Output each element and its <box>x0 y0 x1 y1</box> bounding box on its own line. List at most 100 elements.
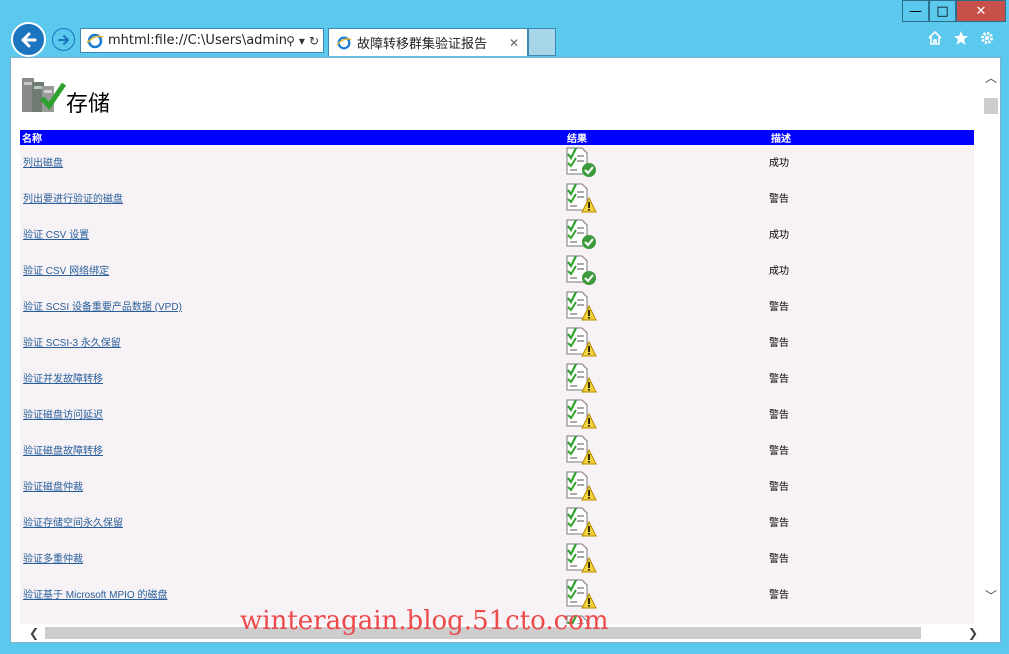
section-heading: 存储 <box>20 58 975 130</box>
name-cell: 验证 CSV 设置 <box>20 217 565 253</box>
window-controls: — □ ✕ <box>902 0 1006 22</box>
result-cell <box>565 325 769 361</box>
result-cell <box>565 181 769 217</box>
test-name-link[interactable]: 验证并发故障转移 <box>20 374 103 385</box>
ie-tab-icon <box>336 36 352 49</box>
warning-result-icon <box>566 543 597 573</box>
description-cell: 警告 <box>769 518 789 529</box>
table-row: 验证 SCSI-3 永久保留 警告 <box>20 325 974 361</box>
table-row: 验证 CSV 设置 成功 <box>20 217 974 253</box>
scroll-right-icon[interactable]: ❯ <box>968 624 978 642</box>
name-cell: 验证多重仲裁 <box>20 541 565 577</box>
new-tab-button[interactable] <box>528 28 556 56</box>
test-name-link[interactable]: 验证 SCSI-3 永久保留 <box>20 338 121 349</box>
description-cell: 警告 <box>769 410 789 421</box>
description-cell: 警告 <box>769 194 789 205</box>
scroll-left-icon[interactable]: ❮ <box>29 624 39 642</box>
table-row: 验证磁盘仲裁 警告 <box>20 469 974 505</box>
tab-title: 故障转移群集验证报告 <box>357 37 488 52</box>
table-row: 验证 CSV 网络绑定 成功 <box>20 253 974 289</box>
test-name-link[interactable]: 列出要进行验证的磁盘 <box>20 194 123 205</box>
scroll-up-icon[interactable]: ︿ <box>982 68 1000 86</box>
column-header-result: 结果 <box>565 130 769 145</box>
watermark-text: winteragain.blog.51cto.com <box>240 606 609 636</box>
toolbar-right <box>927 30 995 46</box>
dropdown-arrow-icon[interactable]: ▾ <box>299 34 305 48</box>
storage-servers-icon <box>22 78 66 112</box>
name-cell: 验证磁盘仲裁 <box>20 469 565 505</box>
close-window-button[interactable]: ✕ <box>956 0 1006 22</box>
name-cell: 验证并发故障转移 <box>20 361 565 397</box>
test-name-link[interactable]: 验证多重仲裁 <box>20 554 83 565</box>
address-url[interactable]: mhtml:file://C:\Users\adminis <box>108 33 286 48</box>
result-cell <box>565 469 769 505</box>
test-name-link[interactable]: 验证磁盘仲裁 <box>20 482 83 493</box>
test-name-link[interactable]: 验证 CSV 设置 <box>20 230 89 241</box>
back-button[interactable] <box>11 22 46 57</box>
table-header-row: 名称 结果 描述 <box>20 130 974 145</box>
test-name-link[interactable]: 验证磁盘访问延迟 <box>20 410 103 421</box>
warning-result-icon <box>566 435 597 465</box>
maximize-button[interactable]: □ <box>929 0 956 22</box>
name-cell: 验证磁盘故障转移 <box>20 433 565 469</box>
report-page: 存储 名称 结果 描述 列出磁盘 成功 列出要进行验证的磁盘 警告 验证 CSV 设置成… <box>20 58 975 642</box>
result-cell <box>565 217 769 253</box>
test-name-link[interactable]: 验证 SCSI 设备重要产品数据 (VPD) <box>20 302 182 313</box>
result-cell <box>565 433 769 469</box>
name-cell: 验证存储空间永久保留 <box>20 505 565 541</box>
warning-result-icon <box>566 363 597 393</box>
result-cell <box>565 541 769 577</box>
settings-gear-icon[interactable] <box>979 30 995 46</box>
refresh-icon[interactable]: ↻ <box>309 34 319 48</box>
page-title: 存储 <box>66 92 111 117</box>
back-arrow-icon <box>21 32 36 47</box>
vertical-scrollbar[interactable]: ︿ ﹀ <box>982 58 1000 626</box>
home-icon[interactable] <box>927 30 943 46</box>
test-name-link[interactable]: 列出磁盘 <box>20 158 63 169</box>
success-result-icon <box>566 219 596 249</box>
table-row: 验证多重仲裁 警告 <box>20 541 974 577</box>
name-cell: 验证 SCSI-3 永久保留 <box>20 325 565 361</box>
test-name-link[interactable]: 验证 CSV 网络绑定 <box>20 266 109 277</box>
tab-report[interactable]: 故障转移群集验证报告 ✕ <box>328 28 528 56</box>
favorites-star-icon[interactable] <box>953 30 969 46</box>
ie-page-icon <box>86 33 104 48</box>
table-row: 列出要进行验证的磁盘 警告 <box>20 181 974 217</box>
vertical-scroll-thumb[interactable] <box>984 98 998 114</box>
warning-result-icon <box>566 471 597 501</box>
column-header-description: 描述 <box>769 130 974 145</box>
success-result-icon <box>566 147 596 177</box>
table-row: 验证磁盘故障转移 警告 <box>20 433 974 469</box>
description-cell: 成功 <box>769 266 789 277</box>
name-cell: 列出要进行验证的磁盘 <box>20 181 565 217</box>
scroll-down-icon[interactable]: ﹀ <box>982 586 1000 604</box>
description-cell: 警告 <box>769 374 789 385</box>
description-cell: 成功 <box>769 230 789 241</box>
description-cell: 成功 <box>769 158 789 169</box>
test-name-link[interactable]: 验证磁盘故障转移 <box>20 446 103 457</box>
forward-arrow-icon <box>57 34 69 45</box>
search-icon[interactable]: ⚲ <box>286 34 295 48</box>
table-row: 验证磁盘访问延迟 警告 <box>20 397 974 433</box>
forward-button[interactable] <box>52 28 75 51</box>
result-cell <box>565 505 769 541</box>
warning-result-icon <box>566 399 597 429</box>
table-row: 验证 SCSI 设备重要产品数据 (VPD) 警告 <box>20 289 974 325</box>
page-viewport: 存储 名称 结果 描述 列出磁盘 成功 列出要进行验证的磁盘 警告 验证 CSV 设置成… <box>10 57 1001 643</box>
warning-result-icon <box>566 507 597 537</box>
description-cell: 警告 <box>769 590 789 601</box>
description-cell: 警告 <box>769 338 789 349</box>
description-cell: 警告 <box>769 302 789 313</box>
test-name-link[interactable]: 验证存储空间永久保留 <box>20 518 123 529</box>
test-name-link[interactable]: 验证基于 Microsoft MPIO 的磁盘 <box>20 590 167 601</box>
address-bar[interactable]: mhtml:file://C:\Users\adminis ⚲ ▾ ↻ <box>80 28 324 53</box>
table-row: 列出磁盘 成功 <box>20 145 974 181</box>
result-cell <box>565 289 769 325</box>
description-cell: 警告 <box>769 446 789 457</box>
results-table: 名称 结果 描述 列出磁盘 成功 列出要进行验证的磁盘 警告 验证 CSV 设置 成功 验证… <box>20 130 974 642</box>
result-cell <box>565 361 769 397</box>
name-cell: 验证 SCSI 设备重要产品数据 (VPD) <box>20 289 565 325</box>
result-cell <box>565 145 769 181</box>
close-tab-icon[interactable]: ✕ <box>509 36 527 50</box>
minimize-button[interactable]: — <box>902 0 929 22</box>
